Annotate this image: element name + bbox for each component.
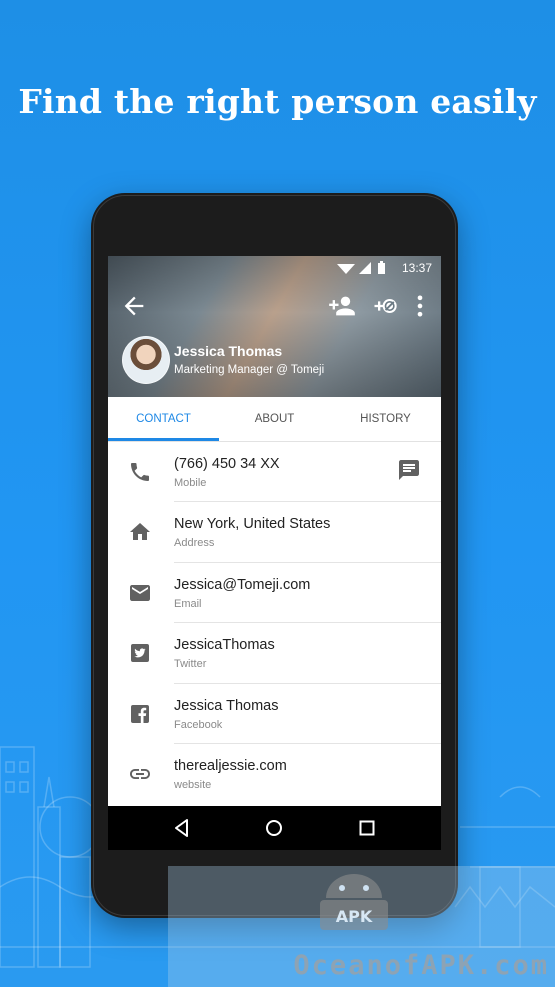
contact-title: Marketing Manager @ Tomeji [174, 364, 325, 376]
status-bar: 13:37 [108, 256, 441, 280]
contact-list: (766) 450 34 XX Mobile New York, United … [108, 442, 441, 804]
avatar[interactable] [122, 336, 170, 384]
message-icon[interactable] [397, 458, 421, 482]
home-icon [128, 520, 152, 544]
system-nav-bar [108, 806, 441, 850]
android-apk-logo-icon: APK [320, 874, 388, 930]
link-icon [128, 762, 152, 786]
contact-value: therealjessie.com [174, 757, 287, 774]
twitter-icon [128, 641, 152, 665]
wifi-icon [337, 264, 355, 274]
tab-bar: CONTACT ABOUT HISTORY [108, 397, 441, 442]
back-arrow-icon[interactable] [120, 292, 148, 320]
status-time: 13:37 [401, 261, 432, 275]
back-triangle-icon[interactable] [170, 816, 194, 840]
add-contact-icon[interactable] [328, 292, 356, 320]
contact-value: Jessica@Tomeji.com [174, 576, 311, 593]
list-item-address[interactable]: New York, United States Address [108, 502, 441, 563]
list-item-twitter[interactable]: JessicaThomas Twitter [108, 623, 441, 684]
list-item-facebook[interactable]: Jessica Thomas Facebook [108, 684, 441, 744]
facebook-icon [128, 702, 152, 726]
battery-icon [378, 261, 385, 274]
contact-label: Mobile [174, 477, 207, 489]
contact-value: Jessica Thomas [174, 697, 279, 714]
toolbar [108, 292, 441, 320]
block-contact-icon[interactable] [371, 292, 399, 320]
contact-value: New York, United States [174, 516, 331, 533]
watermark: APK OceanofAPK.com [168, 866, 555, 987]
tab-about[interactable]: ABOUT [219, 397, 330, 441]
email-icon [128, 581, 152, 605]
watermark-text: OceanofAPK.com [293, 950, 549, 981]
headline: Find the right person easily [18, 82, 537, 121]
status-icons [333, 261, 393, 278]
more-vert-icon[interactable] [406, 292, 434, 320]
contact-value: (766) 450 34 XX [174, 456, 280, 472]
list-item-phone[interactable]: (766) 450 34 XX Mobile [108, 442, 441, 503]
contact-value: JessicaThomas [174, 637, 275, 654]
watermark-logo-text: APK [336, 907, 373, 926]
contact-label: Twitter [174, 658, 207, 671]
recents-square-icon[interactable] [355, 816, 379, 840]
tab-history[interactable]: HISTORY [330, 397, 441, 441]
list-item-email[interactable]: Jessica@Tomeji.com Email [108, 563, 441, 624]
signal-icon [359, 262, 371, 274]
contact-name: Jessica Thomas [174, 343, 283, 359]
profile-summary: Jessica Thomas Marketing Manager @ Tomej… [122, 336, 432, 386]
list-item-website[interactable]: therealjessie.com website [108, 744, 441, 804]
phone-screen: 13:37 Jessica Thomas Marketing Manager @… [108, 256, 441, 850]
home-circle-icon[interactable] [262, 816, 286, 840]
contact-label: website [174, 778, 212, 791]
tab-contact[interactable]: CONTACT [108, 397, 219, 441]
phone-icon [128, 460, 152, 484]
contact-label: Address [174, 537, 215, 550]
active-tab-indicator [108, 438, 219, 441]
contact-label: Facebook [174, 718, 223, 731]
contact-label: Email [174, 597, 202, 610]
